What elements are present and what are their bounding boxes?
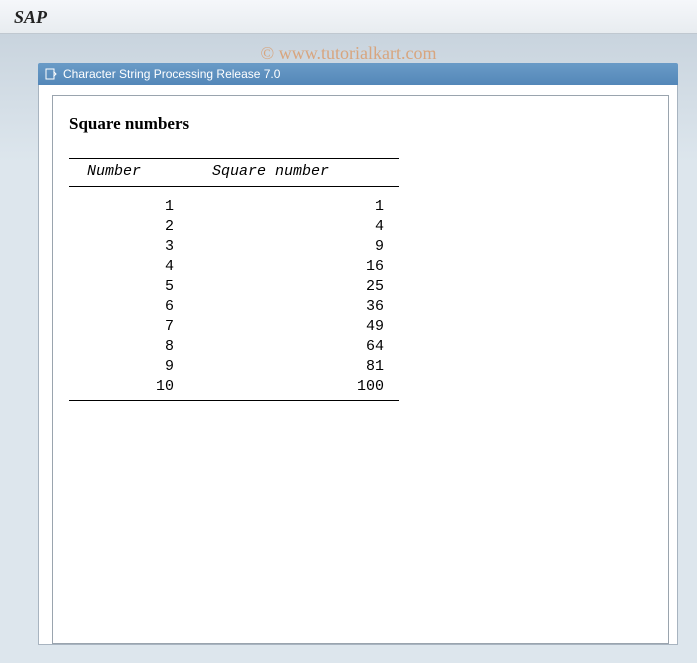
cell-square: 100 — [174, 377, 384, 397]
table-row: 981 — [69, 357, 399, 377]
report-heading: Square numbers — [69, 114, 652, 134]
cell-number: 3 — [69, 237, 174, 257]
table-body: 11243941652563674986498110100 — [69, 187, 399, 400]
cell-number: 5 — [69, 277, 174, 297]
cell-number: 1 — [69, 197, 174, 217]
cell-number: 4 — [69, 257, 174, 277]
cell-square: 49 — [174, 317, 384, 337]
cell-number: 8 — [69, 337, 174, 357]
sap-logo: SAP — [14, 7, 47, 27]
cell-square: 81 — [174, 357, 384, 377]
report-content: Square numbers Number Square number 1124… — [52, 95, 669, 644]
table-row: 525 — [69, 277, 399, 297]
cell-square: 4 — [174, 217, 384, 237]
cell-number: 2 — [69, 217, 174, 237]
table-row: 24 — [69, 217, 399, 237]
window-title: Character String Processing Release 7.0 — [63, 67, 280, 81]
app-header: SAP — [0, 0, 697, 34]
table-row: 636 — [69, 297, 399, 317]
table-rule-bottom — [69, 400, 399, 401]
table-row: 10100 — [69, 377, 399, 397]
window-frame: Character String Processing Release 7.0 … — [38, 63, 678, 663]
header-square: Square number — [194, 163, 384, 180]
document-icon — [44, 67, 58, 81]
main-area: © www.tutorialkart.com Character String … — [0, 34, 697, 546]
table-row: 39 — [69, 237, 399, 257]
cell-square: 1 — [174, 197, 384, 217]
table-row: 749 — [69, 317, 399, 337]
cell-number: 6 — [69, 297, 174, 317]
cell-square: 9 — [174, 237, 384, 257]
cell-square: 36 — [174, 297, 384, 317]
table-row: 864 — [69, 337, 399, 357]
cell-number: 10 — [69, 377, 174, 397]
cell-square: 25 — [174, 277, 384, 297]
cell-number: 9 — [69, 357, 174, 377]
header-number: Number — [69, 163, 194, 180]
watermark-text: © www.tutorialkart.com — [261, 43, 437, 64]
table-row: 11 — [69, 197, 399, 217]
cell-number: 7 — [69, 317, 174, 337]
window-title-bar[interactable]: Character String Processing Release 7.0 — [38, 63, 678, 85]
data-table: Number Square number 1124394165256367498… — [69, 158, 399, 401]
cell-square: 16 — [174, 257, 384, 277]
table-row: 416 — [69, 257, 399, 277]
cell-square: 64 — [174, 337, 384, 357]
table-header: Number Square number — [69, 159, 399, 186]
content-border: Square numbers Number Square number 1124… — [38, 85, 678, 645]
